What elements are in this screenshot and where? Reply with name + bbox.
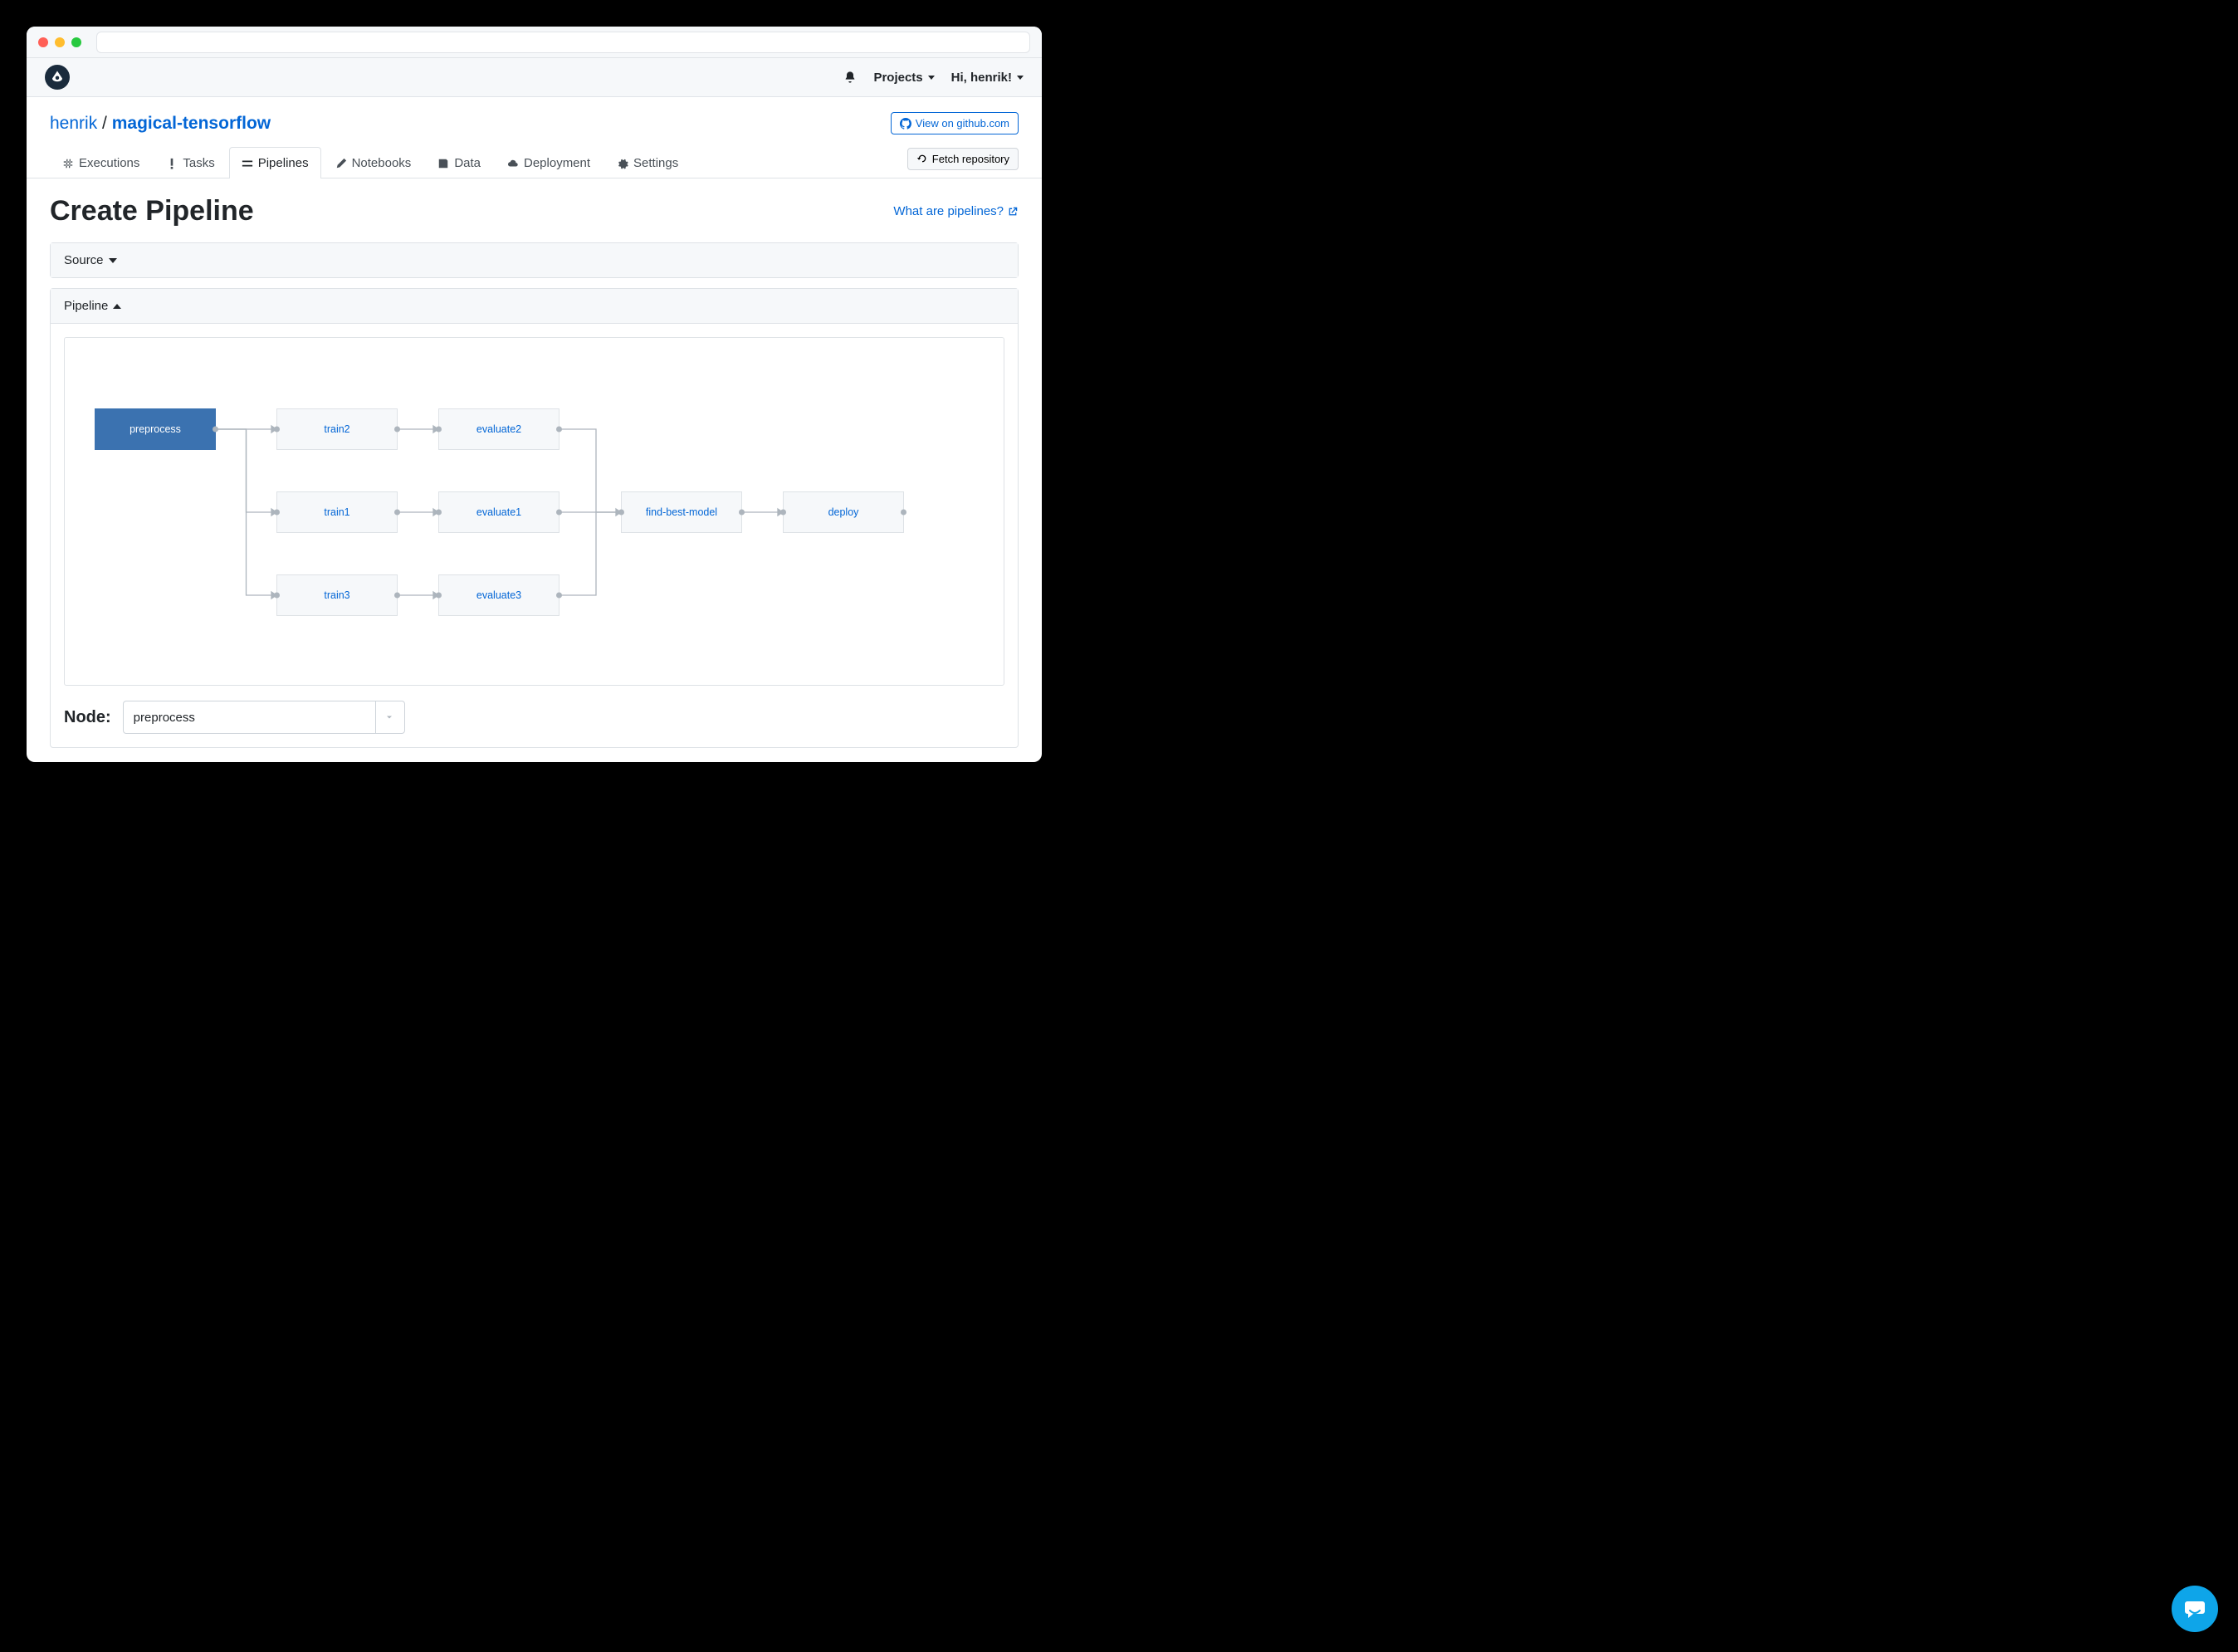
refresh-icon	[916, 153, 928, 164]
pipeline-panel-label: Pipeline	[64, 299, 108, 313]
graph-node-evaluate1[interactable]: evaluate1	[438, 491, 560, 533]
tab-notebooks[interactable]: Notebooks	[323, 147, 424, 178]
node-select-value: preprocess	[134, 711, 195, 725]
port-out	[556, 427, 562, 433]
breadcrumb-project[interactable]: magical-tensorflow	[112, 114, 271, 133]
caret-down-icon	[928, 76, 935, 80]
tab-label: Executions	[79, 156, 139, 170]
breadcrumb: henrik / magical-tensorflow	[50, 114, 271, 134]
port-out	[556, 510, 562, 516]
source-panel-header[interactable]: Source	[51, 243, 1018, 277]
tab-label: Notebooks	[352, 156, 412, 170]
node-select[interactable]: preprocess	[123, 701, 405, 734]
window-titlebar	[27, 27, 1042, 58]
help-link-label: What are pipelines?	[893, 204, 1004, 218]
port-in	[274, 427, 280, 433]
hash-icon	[62, 158, 74, 169]
pipeline-icon	[242, 158, 253, 169]
tab-pipelines[interactable]: Pipelines	[229, 147, 321, 178]
tab-data[interactable]: Data	[425, 147, 493, 178]
tab-tasks[interactable]: Tasks	[154, 147, 227, 178]
url-bar[interactable]	[96, 32, 1030, 53]
fetch-repository-button[interactable]: Fetch repository	[907, 148, 1019, 170]
tab-settings[interactable]: Settings	[604, 147, 691, 178]
graph-node-find-best-model[interactable]: find-best-model	[621, 491, 742, 533]
graph-node-preprocess[interactable]: preprocess	[95, 408, 216, 450]
help-link[interactable]: What are pipelines?	[893, 204, 1019, 218]
top-navbar: Projects Hi, henrik!	[27, 58, 1042, 97]
caret-up-icon	[113, 304, 121, 309]
window-maximize-dot[interactable]	[71, 37, 81, 47]
exclaim-icon	[166, 158, 178, 169]
window-close-dot[interactable]	[38, 37, 48, 47]
user-greeting: Hi, henrik!	[951, 71, 1012, 85]
graph-node-train1[interactable]: train1	[276, 491, 398, 533]
window-minimize-dot[interactable]	[55, 37, 65, 47]
tab-label: Tasks	[183, 156, 214, 170]
fetch-button-label: Fetch repository	[932, 153, 1009, 165]
app-logo[interactable]	[45, 65, 70, 90]
port-in	[274, 593, 280, 599]
port-out	[213, 427, 218, 433]
app-window: Projects Hi, henrik! henrik / magical-te…	[27, 27, 1042, 762]
port-out	[556, 593, 562, 599]
graph-node-evaluate3[interactable]: evaluate3	[438, 574, 560, 616]
caret-down-icon	[1017, 76, 1024, 80]
port-out	[739, 510, 745, 516]
tab-label: Pipelines	[258, 156, 309, 170]
tabs-list: Executions Tasks Pipelines Notebooks Dat…	[50, 146, 691, 178]
save-icon	[437, 158, 449, 169]
external-link-icon	[1007, 206, 1019, 217]
projects-label: Projects	[873, 71, 922, 85]
port-in	[436, 593, 442, 599]
node-form-label: Node:	[64, 708, 111, 727]
pipeline-graph[interactable]: preprocess train2 evaluate2 train1 evaluate1…	[64, 337, 1004, 686]
port-in	[780, 510, 786, 516]
graph-node-evaluate2[interactable]: evaluate2	[438, 408, 560, 450]
user-dropdown[interactable]: Hi, henrik!	[951, 71, 1024, 85]
tab-deployment[interactable]: Deployment	[495, 147, 603, 178]
subheader: henrik / magical-tensorflow View on gith…	[27, 97, 1042, 134]
cloud-icon	[507, 158, 519, 169]
tab-label: Deployment	[524, 156, 590, 170]
caret-down-icon	[109, 258, 117, 263]
github-icon	[900, 118, 911, 130]
tab-label: Data	[454, 156, 481, 170]
port-in	[274, 510, 280, 516]
port-out	[394, 593, 400, 599]
chevron-down-icon	[375, 701, 394, 733]
source-panel: Source	[50, 242, 1019, 278]
tabs-row: Executions Tasks Pipelines Notebooks Dat…	[27, 146, 1042, 178]
tab-label: Settings	[633, 156, 678, 170]
port-out	[394, 427, 400, 433]
port-out	[394, 510, 400, 516]
view-on-github-button[interactable]: View on github.com	[891, 112, 1019, 134]
pipeline-panel: Pipeline preprocess train2 evaluate2 train1…	[50, 288, 1019, 748]
source-panel-label: Source	[64, 253, 104, 267]
breadcrumb-owner[interactable]: henrik	[50, 114, 97, 133]
pipeline-panel-header[interactable]: Pipeline	[51, 289, 1018, 324]
graph-node-train3[interactable]: train3	[276, 574, 398, 616]
port-in	[436, 427, 442, 433]
port-out	[901, 510, 906, 516]
graph-node-deploy[interactable]: deploy	[783, 491, 904, 533]
port-in	[436, 510, 442, 516]
port-in	[618, 510, 624, 516]
gear-icon	[617, 158, 628, 169]
breadcrumb-separator: /	[102, 114, 107, 133]
main-content: Create Pipeline What are pipelines? Sour…	[27, 178, 1042, 762]
bell-icon[interactable]	[843, 71, 857, 84]
tab-executions[interactable]: Executions	[50, 147, 152, 178]
page-title: Create Pipeline	[50, 195, 254, 227]
graph-node-train2[interactable]: train2	[276, 408, 398, 450]
github-button-label: View on github.com	[916, 117, 1009, 130]
pencil-icon	[335, 158, 347, 169]
projects-dropdown[interactable]: Projects	[873, 71, 934, 85]
